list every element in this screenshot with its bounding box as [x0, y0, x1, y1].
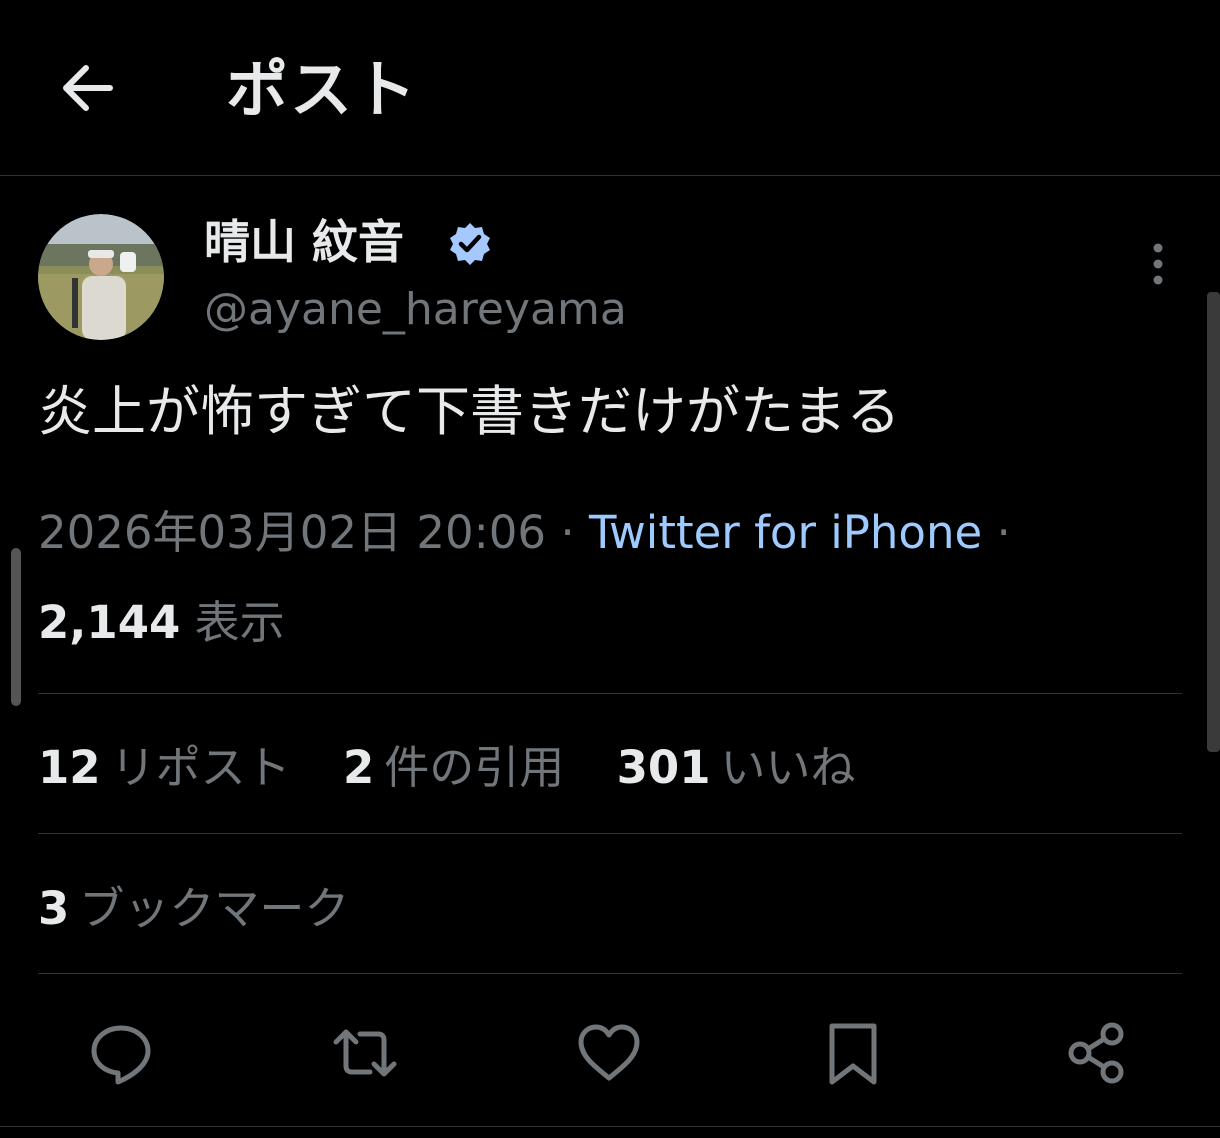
avatar-photo	[38, 214, 164, 340]
arrow-left-icon	[63, 65, 113, 111]
post-source-link[interactable]: Twitter for iPhone	[589, 506, 982, 559]
post-timestamp[interactable]: 2026年03月02日 20:06	[38, 506, 546, 559]
bookmarks-count: 3	[38, 882, 70, 935]
meta-separator: ·	[996, 506, 1011, 559]
divider	[38, 833, 1182, 834]
scrollbar[interactable]	[1207, 292, 1220, 752]
engagement-stats: 12 リポスト 2 件の引用 301 いいね	[38, 735, 894, 801]
like-button[interactable]	[574, 1018, 644, 1088]
avatar[interactable]	[38, 214, 164, 340]
quotes-label: 件の引用	[384, 741, 565, 794]
post-meta: 2026年03月02日 20:06 · Twitter for iPhone ·	[38, 500, 1011, 566]
divider	[38, 693, 1182, 694]
repost-button[interactable]	[330, 1018, 400, 1088]
divider	[0, 1126, 1220, 1127]
reposts-stat[interactable]: 12 リポスト	[38, 735, 291, 801]
action-bar	[0, 1000, 1220, 1110]
meta-separator: ·	[560, 506, 575, 559]
more-options-button[interactable]	[1136, 240, 1180, 288]
reposts-count: 12	[38, 741, 101, 794]
share-icon	[1068, 1022, 1124, 1084]
heart-icon	[578, 1024, 640, 1081]
bookmark-icon	[829, 1023, 877, 1085]
reply-icon	[91, 1025, 151, 1085]
back-button[interactable]	[58, 58, 118, 118]
bookmark-button[interactable]	[818, 1018, 888, 1088]
top-bar: ポスト	[0, 0, 1220, 176]
verified-badge-icon	[450, 223, 490, 265]
post-text: 炎上が怖すぎて下書きだけがたまる	[38, 380, 901, 443]
post-views[interactable]: 2,144 表示	[38, 590, 285, 656]
likes-label: いいね	[720, 741, 856, 794]
reposts-label: リポスト	[110, 741, 291, 794]
divider	[38, 973, 1182, 974]
bookmarks-stat[interactable]: 3 ブックマーク	[38, 876, 387, 942]
bookmarks-label: ブックマーク	[79, 882, 350, 935]
reply-button[interactable]	[86, 1018, 156, 1088]
quotes-stat[interactable]: 2 件の引用	[343, 735, 564, 801]
likes-stat[interactable]: 301 いいね	[617, 735, 856, 801]
share-button[interactable]	[1062, 1018, 1132, 1088]
likes-count: 301	[616, 741, 711, 794]
display-name[interactable]: 晴山 紋音	[204, 210, 404, 274]
user-handle[interactable]: @ayane_hareyama	[204, 280, 627, 340]
views-label: 表示	[194, 596, 285, 649]
quotes-count: 2	[342, 741, 375, 794]
repost-icon	[333, 1029, 397, 1077]
more-vertical-icon	[1153, 243, 1163, 285]
scroll-indicator[interactable]	[11, 548, 21, 706]
page-title: ポスト	[226, 53, 419, 126]
views-count: 2,144	[38, 596, 181, 649]
